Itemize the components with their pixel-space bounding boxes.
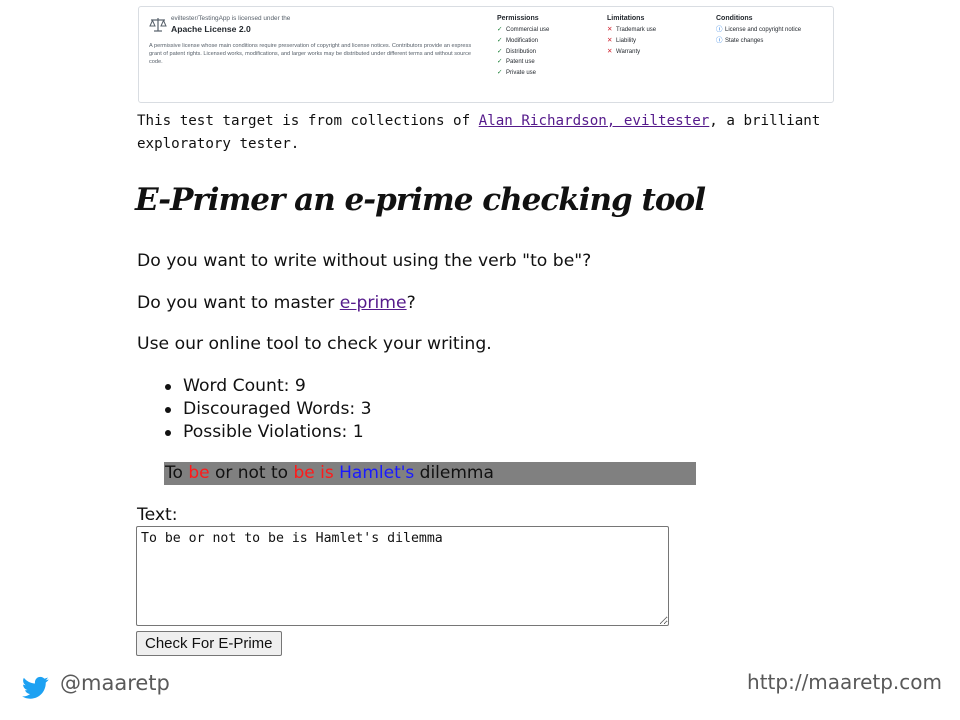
conditions-column: Conditions ⓘ License and copyright notice… bbox=[716, 15, 801, 47]
permission-item: ✓ Distribution bbox=[497, 47, 549, 58]
conditions-heading: Conditions bbox=[716, 15, 753, 22]
intro-question: Do you want to write without using the v… bbox=[137, 251, 592, 271]
master-question: Do you want to master e-prime? bbox=[137, 293, 416, 313]
permission-item: ✓ Commercial use bbox=[497, 25, 549, 36]
permissions-column: Permissions ✓ Commercial use ✓ Modificatio… bbox=[497, 15, 549, 79]
permissions-heading: Permissions bbox=[497, 15, 539, 22]
stats-list: Word Count: 9 Discouraged Words: 3 Possi… bbox=[163, 375, 372, 444]
highlighted-result: To be or not to be is Hamlet's dilemma bbox=[164, 462, 696, 485]
word-count: Word Count: 9 bbox=[163, 375, 372, 398]
info-icon: ⓘ bbox=[716, 36, 723, 44]
twitter-handle: @maaretp bbox=[60, 671, 170, 695]
possible-violations-count: Possible Violations: 1 bbox=[163, 421, 372, 444]
twitter-icon bbox=[22, 676, 49, 699]
condition-item: ⓘ State changes bbox=[716, 36, 801, 47]
permission-item: ✓ Modification bbox=[497, 36, 549, 47]
limitation-item: ✕ Trademark use bbox=[607, 25, 656, 36]
limitation-item: ✕ Warranty bbox=[607, 47, 656, 58]
check-icon: ✓ bbox=[497, 36, 503, 44]
tool-intro: Use our online tool to check your writin… bbox=[137, 334, 492, 354]
credit-text: This test target is from collections of … bbox=[137, 113, 821, 152]
check-icon: ✓ bbox=[497, 26, 503, 33]
license-description: A permissive license whose main conditio… bbox=[149, 43, 472, 65]
permission-item: ✓ Private use bbox=[497, 68, 549, 79]
info-icon: ⓘ bbox=[716, 26, 723, 33]
license-name[interactable]: Apache License 2.0 bbox=[171, 24, 251, 34]
page-title: E-Primer an e-prime checking tool bbox=[135, 182, 706, 218]
discouraged-words-count: Discouraged Words: 3 bbox=[163, 398, 372, 421]
cross-icon: ✕ bbox=[607, 26, 613, 33]
check-icon: ✓ bbox=[497, 47, 503, 55]
text-input[interactable]: To be or not to be is Hamlet's dilemma bbox=[136, 526, 669, 626]
check-icon: ✓ bbox=[497, 69, 503, 77]
permission-item: ✓ Patent use bbox=[497, 57, 549, 68]
site-url: http://maaretp.com bbox=[747, 670, 942, 694]
author-link[interactable]: Alan Richardson, eviltester bbox=[479, 113, 710, 129]
check-icon: ✓ bbox=[497, 58, 503, 66]
discouraged-word: be bbox=[188, 463, 210, 483]
limitations-column: Limitations ✕ Trademark use ✕ Liability ✕ W… bbox=[607, 15, 656, 57]
cross-icon: ✕ bbox=[607, 47, 613, 55]
limitations-heading: Limitations bbox=[607, 15, 645, 22]
condition-item: ⓘ License and copyright notice bbox=[716, 25, 801, 36]
possible-violation-word: Hamlet's bbox=[339, 463, 415, 483]
check-e-prime-button[interactable]: Check For E-Prime bbox=[136, 631, 282, 656]
scale-icon bbox=[149, 18, 167, 32]
cross-icon: ✕ bbox=[607, 36, 613, 44]
license-owner-line: eviltester/TestingApp is licensed under … bbox=[171, 15, 291, 22]
limitation-item: ✕ Liability bbox=[607, 36, 656, 47]
text-label: Text: bbox=[137, 505, 178, 525]
discouraged-word: be is bbox=[293, 463, 334, 483]
license-card: eviltester/TestingApp is licensed under … bbox=[138, 6, 834, 103]
e-prime-link[interactable]: e-prime bbox=[340, 293, 407, 313]
